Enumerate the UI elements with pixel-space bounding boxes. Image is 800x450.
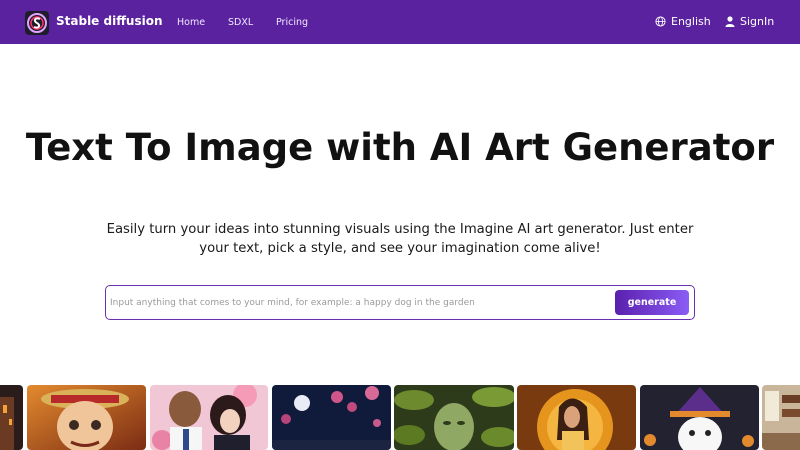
brand-name[interactable]: Stable diffusion [56, 14, 163, 28]
golden-woman-image[interactable] [517, 385, 636, 450]
anime-couple-image[interactable] [150, 385, 268, 450]
language-selector[interactable]: English [655, 15, 711, 28]
leaf-face-image[interactable] [394, 385, 514, 450]
castle-night-image[interactable] [0, 385, 23, 450]
user-icon [725, 16, 735, 27]
signin-label: SignIn [740, 15, 775, 28]
anime-pirate-boy-image[interactable] [27, 385, 146, 450]
top-navbar: Stable diffusion Home SDXL Pricing Engli… [0, 0, 800, 44]
example-gallery [0, 385, 800, 450]
night-blossom-image[interactable] [272, 385, 391, 450]
signin-button[interactable]: SignIn [725, 15, 774, 28]
hero-subtitle: Easily turn your ideas into stunning vis… [106, 222, 694, 256]
nav-link-pricing[interactable]: Pricing [276, 17, 308, 28]
stable-diffusion-logo-icon[interactable] [25, 11, 49, 35]
language-label: English [671, 15, 711, 28]
library-room-image[interactable] [762, 385, 800, 450]
halloween-ghost-image[interactable] [640, 385, 759, 450]
nav-link-home[interactable]: Home [177, 17, 205, 28]
globe-icon [655, 16, 666, 27]
generate-button[interactable]: generate [615, 290, 689, 315]
prompt-box: generate [105, 285, 695, 320]
prompt-input[interactable] [110, 290, 610, 315]
nav-link-sdxl[interactable]: SDXL [228, 17, 253, 28]
hero-title: Text To Image with AI Art Generator [25, 126, 775, 169]
